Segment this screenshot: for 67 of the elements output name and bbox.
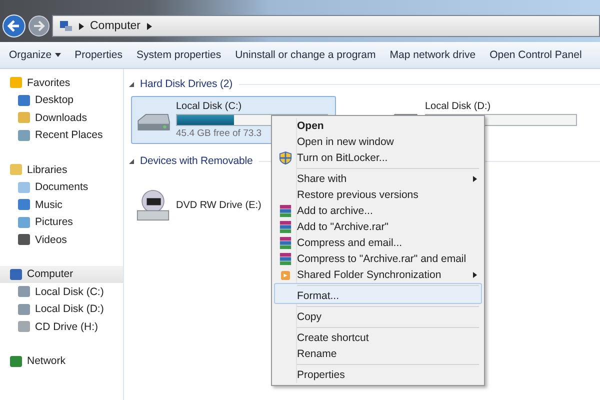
submenu-arrow-icon xyxy=(473,272,477,278)
sidebar-item[interactable]: Local Disk (D:) xyxy=(0,300,123,318)
menu-item[interactable]: Turn on BitLocker... xyxy=(274,150,482,166)
sidebar-item[interactable]: Recent Places xyxy=(0,126,123,144)
chevron-icon[interactable] xyxy=(146,22,152,30)
free-space-text: 45.4 GB free of 73.3 xyxy=(176,128,263,139)
sidebar-item[interactable]: Music xyxy=(0,196,123,214)
sidebar-icon xyxy=(18,304,30,315)
menu-item[interactable]: Add to "Archive.rar" xyxy=(274,219,482,235)
menu-item[interactable]: Add to archive... xyxy=(274,203,482,219)
sidebar-item[interactable]: Pictures xyxy=(0,214,123,231)
sidebar-icon xyxy=(18,234,30,246)
sidebar-icon xyxy=(18,112,30,124)
section-heading: Devices with Removable xyxy=(140,155,253,167)
drive-name: DVD RW Drive (E:) xyxy=(176,200,262,210)
books-stack-icon xyxy=(279,204,292,218)
section-heading: Hard Disk Drives (2) xyxy=(140,78,233,90)
sidebar-header[interactable]: Libraries xyxy=(0,161,123,178)
sidebar-item[interactable]: CD Drive (H:) xyxy=(0,318,123,336)
address-bar[interactable]: Computer xyxy=(52,15,600,37)
sidebar-header[interactable]: Favorites xyxy=(0,74,123,92)
drive-name: Local Disk (D:) xyxy=(425,101,492,112)
books-stack-icon xyxy=(279,236,292,250)
dropdown-caret-icon xyxy=(54,53,61,57)
submenu-arrow-icon xyxy=(473,176,477,182)
sidebar-icon xyxy=(10,268,22,280)
sidebar-icon xyxy=(18,321,30,332)
collapse-icon[interactable] xyxy=(129,158,134,164)
menu-item[interactable]: Restore previous versions xyxy=(274,187,482,203)
sidebar-icon xyxy=(10,77,22,88)
sidebar-icon xyxy=(18,286,30,298)
sidebar-icon xyxy=(18,199,30,210)
shield-icon xyxy=(279,151,292,165)
sidebar-header[interactable]: Network xyxy=(0,352,123,370)
sidebar-item[interactable]: Documents xyxy=(0,178,123,196)
sync-icon xyxy=(281,270,290,280)
sidebar-icon xyxy=(18,216,30,228)
sidebar-header[interactable]: Computer xyxy=(0,266,123,283)
sidebar-item[interactable]: Videos xyxy=(0,231,123,248)
menu-item[interactable]: Compress to "Archive.rar" and email xyxy=(274,251,482,267)
breadcrumb[interactable]: Computer xyxy=(90,20,140,32)
toolbar-button[interactable]: Properties xyxy=(68,45,130,65)
sidebar-icon xyxy=(10,164,22,176)
books-stack-icon xyxy=(279,220,292,234)
sidebar-item[interactable]: Local Disk (C:) xyxy=(0,283,123,300)
drive-name: Local Disk (C:) xyxy=(176,101,243,112)
sidebar-icon xyxy=(18,130,30,141)
collapse-icon[interactable] xyxy=(129,82,134,86)
toolbar-button[interactable]: Uninstall or change a program xyxy=(228,45,383,65)
books-stack-icon xyxy=(279,252,292,266)
menu-item[interactable]: Shared Folder Synchronization xyxy=(274,267,482,283)
forward-icon[interactable] xyxy=(28,15,50,37)
menu-item[interactable]: Rename xyxy=(274,346,482,362)
toolbar-button[interactable]: Map network drive xyxy=(382,45,483,65)
sidebar-item[interactable]: Downloads xyxy=(0,109,123,126)
sidebar-icon xyxy=(18,94,30,106)
menu-item[interactable]: Format... xyxy=(274,283,482,304)
sidebar-icon xyxy=(10,356,22,367)
toolbar-button[interactable]: System properties xyxy=(129,45,228,65)
menu-item[interactable]: Compress and email... xyxy=(274,235,482,251)
sidebar-icon xyxy=(18,182,30,193)
toolbar-button[interactable]: Open Control Panel xyxy=(482,45,589,65)
sidebar-item[interactable]: Desktop xyxy=(0,92,123,109)
back-icon[interactable] xyxy=(2,14,26,38)
computer-icon xyxy=(59,20,73,32)
chevron-icon[interactable] xyxy=(79,22,84,30)
toolbar-button[interactable]: Organize xyxy=(2,45,68,65)
